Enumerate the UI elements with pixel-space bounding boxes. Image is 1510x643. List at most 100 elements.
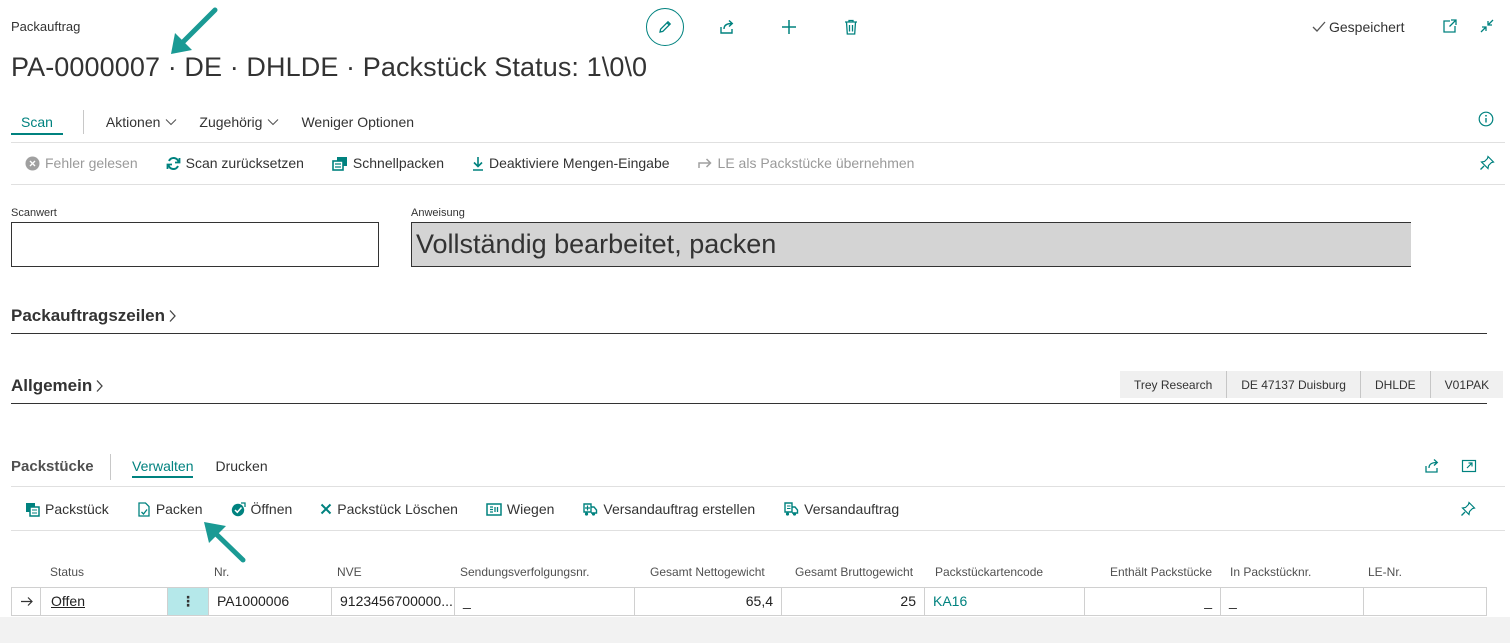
col-header-in-packstueck[interactable]: In Packstücknr. bbox=[1230, 565, 1311, 579]
deaktiviere-mengen-eingabe-label: Deaktiviere Mengen-Eingabe bbox=[488, 155, 670, 171]
cell-kartencode[interactable]: KA16 bbox=[925, 588, 1085, 615]
part-share-button[interactable] bbox=[1424, 458, 1441, 474]
info-button[interactable] bbox=[1478, 111, 1494, 127]
cell-status[interactable]: Offen bbox=[41, 588, 168, 615]
schnellpacken-label: Schnellpacken bbox=[352, 155, 444, 171]
packstueck-loeschen-button[interactable]: Packstück Löschen bbox=[320, 501, 458, 517]
col-header-netto[interactable]: Gesamt Nettogewicht bbox=[650, 565, 765, 579]
page-title: PA-0000007 · DE · DHLDE · Packstück Stat… bbox=[11, 52, 648, 82]
info-icon bbox=[1478, 111, 1494, 127]
le-als-packstuecke-label: LE als Packstücke übernehmen bbox=[717, 155, 915, 171]
scanwert-input[interactable] bbox=[11, 222, 379, 267]
tab-scan[interactable]: Scan bbox=[11, 110, 63, 135]
versandauftrag-label: Versandauftrag bbox=[804, 501, 900, 517]
schnellpacken-button[interactable]: Schnellpacken bbox=[332, 155, 444, 171]
tab-weniger-optionen[interactable]: Weniger Optionen bbox=[301, 114, 414, 130]
part-separator bbox=[110, 454, 111, 480]
col-header-nr[interactable]: Nr. bbox=[214, 565, 229, 579]
col-header-enthaelt[interactable]: Enthält Packstücke bbox=[1110, 565, 1212, 579]
part-toolbar-top-divider bbox=[11, 486, 1505, 487]
packages-icon bbox=[332, 156, 347, 171]
scan-zuruecksetzen-button[interactable]: Scan zurücksetzen bbox=[166, 155, 304, 171]
scale-icon bbox=[486, 502, 502, 516]
packen-button[interactable]: Packen bbox=[137, 501, 203, 517]
cell-in-packstueck[interactable]: _ bbox=[1221, 588, 1364, 615]
versandauftrag-erstellen-button[interactable]: Versandauftrag erstellen bbox=[582, 501, 755, 517]
scanwert-label: Scanwert bbox=[11, 207, 57, 219]
tab-drucken[interactable]: Drucken bbox=[215, 458, 267, 478]
cell-nr[interactable]: PA1000006 bbox=[209, 588, 332, 615]
tab-aktionen-label: Aktionen bbox=[105, 114, 161, 130]
pin-toolbar-button[interactable] bbox=[1479, 155, 1495, 171]
cell-netto[interactable]: 65,4 bbox=[635, 588, 782, 615]
cell-enthaelt[interactable]: _ bbox=[1085, 588, 1221, 615]
open-in-new-window-icon bbox=[1443, 19, 1457, 33]
saved-status: Gespeichert bbox=[1312, 19, 1404, 35]
col-header-status[interactable]: Status bbox=[50, 565, 84, 579]
collapse-icon bbox=[1480, 19, 1494, 33]
annotation-arrow-icon bbox=[204, 522, 246, 563]
anweisung-label: Anweisung bbox=[411, 207, 465, 219]
oeffnen-button[interactable]: Öffnen bbox=[231, 501, 292, 517]
section-packauftragszeilen[interactable]: Packauftragszeilen bbox=[11, 306, 177, 326]
cell-sendung[interactable]: _ bbox=[455, 588, 635, 615]
fehler-gelesen-label: Fehler gelesen bbox=[45, 155, 138, 171]
delete-button[interactable] bbox=[832, 8, 870, 46]
anweisung-field: Vollständig bearbeitet, packen bbox=[411, 222, 1411, 267]
col-header-le-nr[interactable]: LE-Nr. bbox=[1368, 565, 1402, 579]
deaktiviere-mengen-eingabe-button[interactable]: Deaktiviere Mengen-Eingabe bbox=[472, 155, 670, 171]
shipment-create-icon bbox=[583, 503, 598, 516]
table-row[interactable]: Offen ⋮ PA1000006 9123456700000... _ 65,… bbox=[11, 587, 1487, 616]
col-header-nve[interactable]: NVE bbox=[337, 565, 362, 579]
section-allgemein[interactable]: Allgemein bbox=[11, 376, 104, 396]
pin-part-toolbar-button[interactable] bbox=[1460, 501, 1476, 517]
pencil-icon bbox=[659, 20, 672, 33]
chevron-right-icon bbox=[96, 380, 104, 392]
tab-verwalten[interactable]: Verwalten bbox=[132, 458, 194, 478]
wiegen-button[interactable]: Wiegen bbox=[486, 501, 554, 517]
edit-button[interactable] bbox=[646, 8, 684, 46]
plus-icon bbox=[782, 20, 796, 34]
col-header-sendung[interactable]: Sendungsverfolgungsnr. bbox=[460, 565, 589, 579]
header-actions bbox=[646, 8, 870, 46]
action-tabs: Scan Aktionen Zugehörig Weniger Optionen bbox=[11, 109, 436, 135]
versandauftrag-button[interactable]: Versandauftrag bbox=[783, 501, 899, 517]
toolbar-top-divider bbox=[11, 142, 1505, 143]
pin-icon bbox=[1461, 501, 1476, 516]
cell-nve[interactable]: 9123456700000... bbox=[332, 588, 455, 615]
expand-icon bbox=[1461, 459, 1477, 473]
arrow-right-icon bbox=[21, 597, 33, 606]
close-x-icon bbox=[321, 503, 332, 515]
collapse-button[interactable] bbox=[1479, 18, 1495, 34]
open-new-window-button[interactable] bbox=[1442, 18, 1458, 34]
row-menu-button[interactable]: ⋮ bbox=[168, 588, 209, 615]
part-expand-button[interactable] bbox=[1461, 458, 1477, 474]
tab-aktionen[interactable]: Aktionen bbox=[106, 114, 177, 130]
document-edit-icon bbox=[138, 501, 150, 517]
packstuecke-toolbar: Packstück Packen Öffnen Packstück Lösche… bbox=[25, 498, 927, 520]
le-als-packstuecke-button[interactable]: LE als Packstücke übernehmen bbox=[697, 155, 915, 171]
cell-brutto[interactable]: 25 bbox=[782, 588, 925, 615]
packstuecke-tabs: Verwalten Drucken bbox=[132, 458, 268, 478]
chevron-down-icon bbox=[166, 119, 177, 126]
versandauftrag-erstellen-label: Versandauftrag erstellen bbox=[603, 501, 756, 517]
scan-zuruecksetzen-label: Scan zurücksetzen bbox=[185, 155, 304, 171]
tab-separator bbox=[82, 110, 84, 134]
packstueck-button[interactable]: Packstück bbox=[25, 501, 109, 517]
share-icon bbox=[1425, 459, 1439, 473]
tab-zugehoerig[interactable]: Zugehörig bbox=[199, 114, 279, 130]
share-icon bbox=[720, 19, 734, 34]
section-divider bbox=[11, 403, 1487, 404]
share-button[interactable] bbox=[708, 8, 746, 46]
section-allgemein-title: Allgemein bbox=[11, 376, 93, 395]
trash-icon bbox=[845, 19, 857, 35]
check-icon bbox=[1312, 21, 1326, 32]
section-packauftragszeilen-title: Packauftragszeilen bbox=[11, 306, 166, 325]
col-header-brutto[interactable]: Gesamt Bruttogewicht bbox=[795, 565, 913, 579]
fehler-gelesen-button[interactable]: Fehler gelesen bbox=[25, 155, 138, 171]
packstueck-loeschen-label: Packstück Löschen bbox=[337, 501, 458, 517]
col-header-kartencode[interactable]: Packstückartencode bbox=[935, 565, 1043, 579]
cell-le-nr[interactable] bbox=[1364, 588, 1486, 615]
scan-toolbar: Fehler gelesen Scan zurücksetzen Schnell… bbox=[25, 152, 942, 174]
new-button[interactable] bbox=[770, 8, 808, 46]
